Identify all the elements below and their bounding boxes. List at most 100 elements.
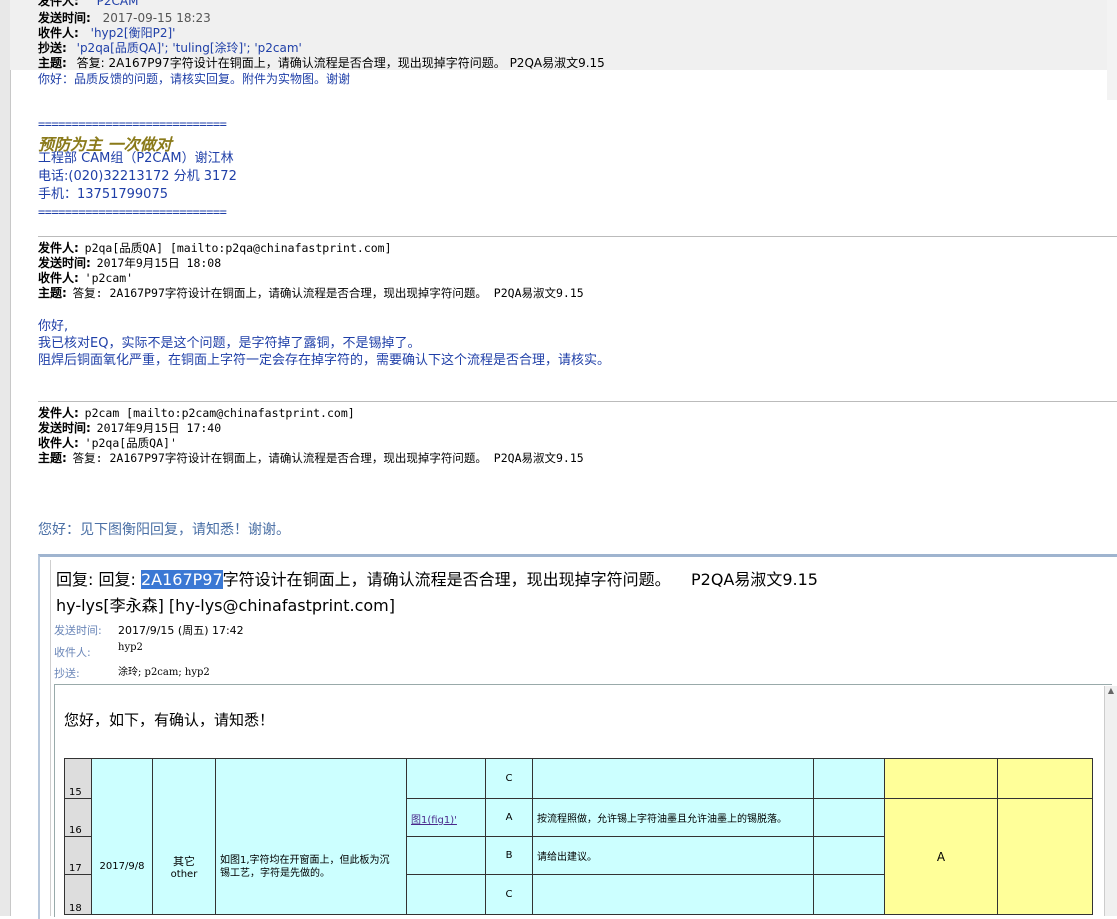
remark-cell <box>813 874 885 915</box>
from-label: 发件人: <box>38 241 79 255</box>
signature-separator-top: ============================ <box>38 117 227 131</box>
answer-cell <box>884 758 998 799</box>
email2-sent-row: 发送时间: 2017年9月15日 18:08 <box>38 256 221 270</box>
sent-value: 2017-09-15 18:23 <box>102 11 211 25</box>
email1-from-row: 发件人: P2CAM <box>38 0 138 8</box>
answer-value: A <box>884 798 998 915</box>
email3-from-row: 发件人: p2cam [mailto:p2cam@chinafastprint.… <box>38 406 355 420</box>
subject-label: 主题: <box>38 56 67 70</box>
signature-phone: 电话:(020)32213172 分机 3172 <box>38 169 237 184</box>
cc-label: 抄送: <box>38 41 67 55</box>
date-cell: 2017/9/8 <box>91 758 153 915</box>
email1-body: 你好：品质反馈的问题，请核实回复。附件为实物图。谢谢 <box>38 72 351 86</box>
cc-value[interactable]: 'p2qa[品质QA]'; 'tuling[涂玲]'; 'p2cam' <box>77 41 302 55</box>
divider <box>38 236 1117 237</box>
email3-greeting: 您好：见下图衡阳回复，请知悉！谢谢。 <box>38 522 290 538</box>
scroll-up-arrow-icon[interactable]: ▲ <box>1105 686 1117 695</box>
remark-cell <box>813 758 885 799</box>
subject-highlight: 2A167P97 <box>140 570 223 589</box>
subject-value: 答复: 2A167P97字符设计在铜面上，请确认流程是否合理，现出现掉字符问题。… <box>72 451 584 465</box>
email2-body-line3: 阻焊后铜面氧化严重，在铜面上字符一定会存在掉字符的，需要确认下这个流程是否合理，… <box>38 353 611 368</box>
email2-subject-row: 主题: 答复: 2A167P97字符设计在铜面上，请确认流程是否合理，现出现掉字… <box>38 286 584 300</box>
category-cn: 其它 <box>173 855 195 868</box>
embedded-cc-label: 抄送: <box>54 667 80 680</box>
email1-to-row: 收件人: 'hyp2[衡阳P2]' <box>38 26 175 40</box>
option-cell: C <box>485 758 533 799</box>
figure-cell-empty <box>406 874 486 915</box>
extra-cell <box>997 798 1093 915</box>
figure-link[interactable]: 图1(fig1)' <box>411 815 457 826</box>
sent-label: 发送时间: <box>38 421 91 435</box>
email1-cc-row: 抄送: 'p2qa[品质QA]'; 'tuling[涂玲]'; 'p2cam' <box>38 41 302 55</box>
email2-body-line2: 我已核对EQ，实际不是这个问题，是字符掉了露铜，不是锡掉了。 <box>38 336 421 351</box>
subject-rest: 字符设计在铜面上，请确认流程是否合理，现出现掉字符问题。 P2QA易淑文9.15 <box>222 570 818 589</box>
scrollbar-track[interactable] <box>1107 0 1117 100</box>
category-en: other <box>170 869 198 880</box>
email2-body-line1: 你好, <box>38 319 69 334</box>
signature-dept: 工程部 CAM组（P2CAM）谢江林 <box>38 151 234 166</box>
description-text: 如图1,字符均在开窗面上，但此板为沉锡工艺，字符是先做的。 <box>220 854 390 879</box>
embedded-sender[interactable]: hy-lys[李永森] [hy-lys@chinafastprint.com] <box>56 596 395 616</box>
email2-from-row: 发件人: p2qa[品质QA] [mailto:p2qa@chinafastpr… <box>38 241 392 255</box>
remark-cell <box>813 798 885 837</box>
row-number: 18 <box>64 874 92 915</box>
subject-prefix: 回复: 回复: <box>56 570 141 589</box>
email3-to-row: 收件人: 'p2qa[品质QA]' <box>38 436 177 450</box>
from-label: 发件人: <box>38 0 79 8</box>
divider <box>38 401 1117 402</box>
row-number: 15 <box>64 758 92 799</box>
embedded-sent-value: 2017/9/15 (周五) 17:42 <box>118 624 244 637</box>
extra-cell <box>997 758 1093 799</box>
to-value[interactable]: 'p2qa[品质QA]' <box>85 436 177 450</box>
to-value[interactable]: 'p2cam' <box>85 271 133 285</box>
embedded-subject: 回复: 回复: 2A167P97字符设计在铜面上，请确认流程是否合理，现出现掉字… <box>56 570 818 590</box>
embedded-cc-value[interactable]: 涂玲; p2cam; hyp2 <box>118 663 210 678</box>
option-text-cell: 请给出建议。 <box>532 836 814 875</box>
from-label: 发件人: <box>38 406 79 420</box>
sent-label: 发送时间: <box>38 11 91 25</box>
signature-mobile: 手机：13751799075 <box>38 187 168 202</box>
email3-sent-row: 发送时间: 2017年9月15日 17:40 <box>38 421 221 435</box>
sent-value: 2017年9月15日 18:08 <box>96 256 222 270</box>
embedded-to-label: 收件人: <box>54 646 91 659</box>
confirmation-table: 15 2017/9/8 其它 other 如图1,字符均在开窗面上，但此板为沉锡… <box>64 758 1093 915</box>
to-label: 收件人: <box>38 436 79 450</box>
signature-separator-bottom: ============================ <box>38 205 227 219</box>
from-value[interactable]: p2qa[品质QA] [mailto:p2qa@chinafastprint.c… <box>85 241 392 255</box>
sent-value: 2017年9月15日 17:40 <box>96 421 222 435</box>
from-value[interactable]: p2cam [mailto:p2cam@chinafastprint.com] <box>85 406 355 420</box>
remark-cell <box>813 836 885 875</box>
email1-sent-row: 发送时间: 2017-09-15 18:23 <box>38 11 211 25</box>
category-cell: 其它 other <box>152 758 216 915</box>
description-cell: 如图1,字符均在开窗面上，但此板为沉锡工艺，字符是先做的。 <box>215 758 407 915</box>
subject-value: 答复: 2A167P97字符设计在铜面上，请确认流程是否合理，现出现掉字符问题。… <box>76 56 605 70</box>
option-text-cell <box>532 874 814 915</box>
option-text-cell: 按流程照做，允许锡上字符油墨且允许油墨上的锡脱落。 <box>532 798 814 837</box>
option-text-cell <box>532 758 814 799</box>
option-cell: C <box>485 874 533 915</box>
email1-subject-row: 主题: 答复: 2A167P97字符设计在铜面上，请确认流程是否合理，现出现掉字… <box>38 56 605 70</box>
to-label: 收件人: <box>38 271 79 285</box>
figure-cell-empty <box>406 836 486 875</box>
option-cell: A <box>485 798 533 837</box>
email2-to-row: 收件人: 'p2cam' <box>38 271 133 285</box>
embedded-scrollbar[interactable]: ▲ <box>1104 686 1117 916</box>
subject-label: 主题: <box>38 286 67 300</box>
from-value[interactable]: P2CAM <box>97 0 139 8</box>
row-number: 17 <box>64 836 92 875</box>
embedded-to-value[interactable]: hyp2 <box>118 642 143 653</box>
date-value: 2017/9/8 <box>99 861 145 872</box>
subject-value: 答复: 2A167P97字符设计在铜面上，请确认流程是否合理，现出现掉字符问题。… <box>72 286 584 300</box>
option-cell: B <box>485 836 533 875</box>
email3-subject-row: 主题: 答复: 2A167P97字符设计在铜面上，请确认流程是否合理，现出现掉字… <box>38 451 584 465</box>
to-value[interactable]: 'hyp2[衡阳P2]' <box>91 26 176 40</box>
row-number: 16 <box>64 798 92 837</box>
figure-cell: 图1(fig1)' <box>406 798 486 837</box>
figure-cell-empty <box>406 758 486 799</box>
subject-label: 主题: <box>38 451 67 465</box>
sent-label: 发送时间: <box>38 256 91 270</box>
embedded-body-text: 您好，如下，有确认，请知悉！ <box>64 711 275 729</box>
left-margin-bar <box>0 0 11 916</box>
to-label: 收件人: <box>38 26 79 40</box>
embedded-sent-label: 发送时间: <box>54 624 102 637</box>
